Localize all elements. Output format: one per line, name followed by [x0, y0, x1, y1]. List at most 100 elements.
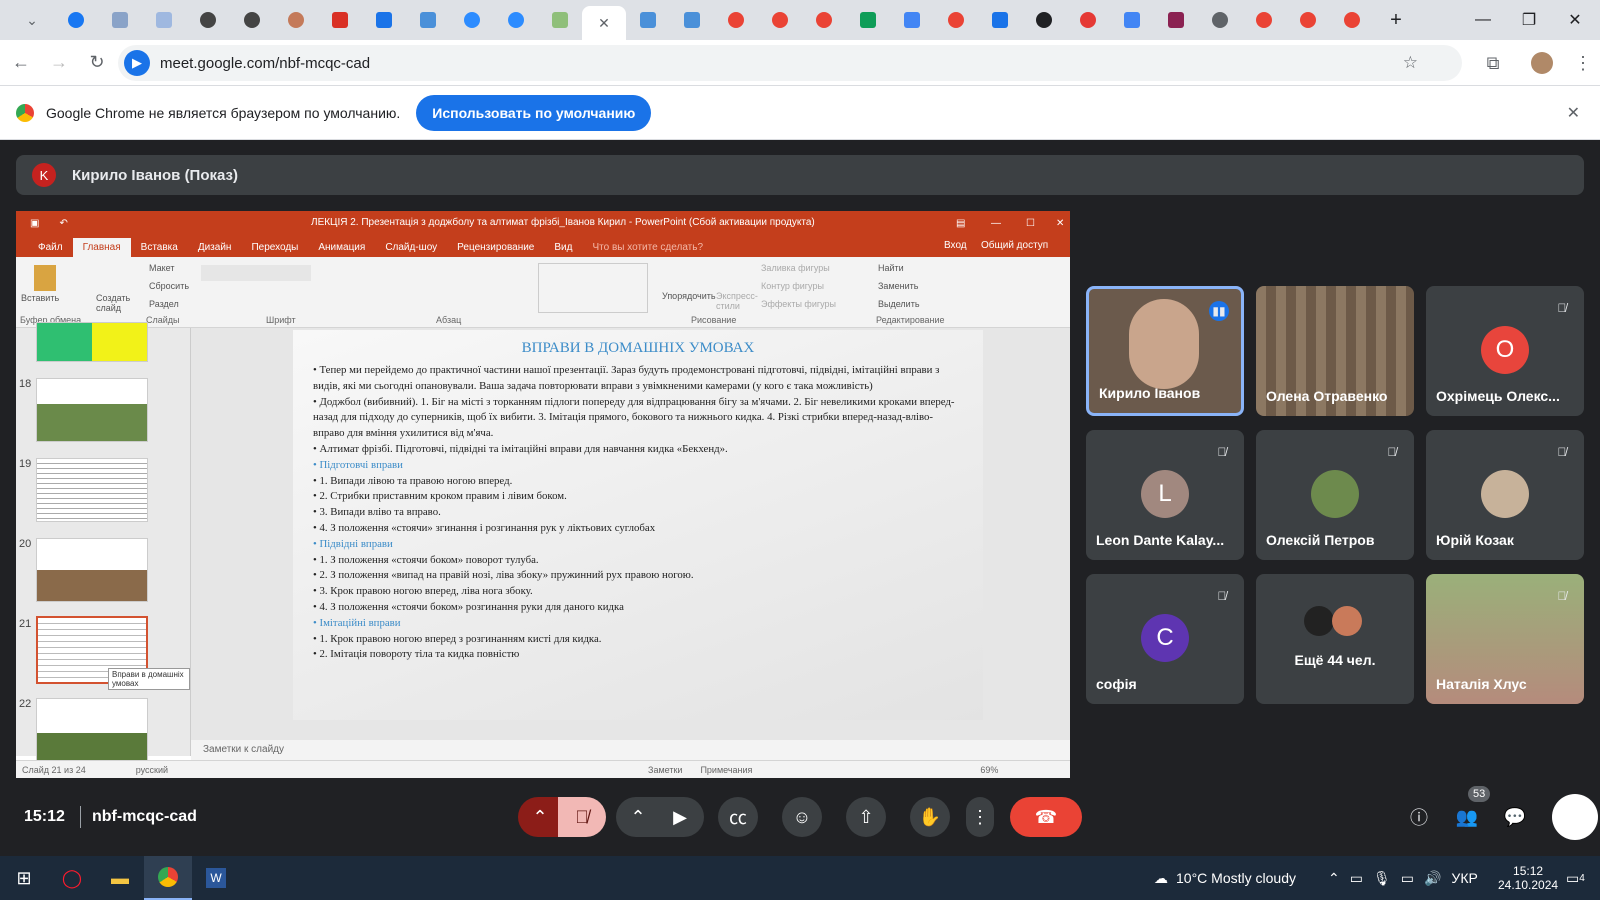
tab-google[interactable]	[1286, 4, 1330, 36]
tab-s[interactable]	[978, 4, 1022, 36]
maximize-button[interactable]: ❐	[1506, 0, 1552, 40]
tray-icons: ⌃ ▭ 🎙 ▭ 🔊 УКР	[1328, 856, 1478, 900]
raise-hand-button[interactable]: ✋	[910, 797, 950, 837]
forward-button[interactable]: →	[42, 46, 76, 80]
presenter-bar: K Кирило Іванов (Показ)	[16, 155, 1584, 195]
chat-icon[interactable]: 💬	[1502, 804, 1528, 830]
window-close-button[interactable]: ✕	[1552, 0, 1598, 40]
chrome-icon[interactable]	[144, 856, 192, 900]
tab-list-button[interactable]: ⌄	[10, 4, 54, 36]
ribbon-display-icon: ▤	[956, 217, 966, 229]
meet-site-icon[interactable]: ▶	[124, 50, 150, 76]
participant-tile[interactable]: C 🎙̸ софія	[1086, 574, 1244, 704]
tab-facebook[interactable]	[54, 4, 98, 36]
battery-icon[interactable]: ▭	[1401, 870, 1414, 887]
tab-s[interactable]	[362, 4, 406, 36]
menu-icon[interactable]: ⋮	[1566, 46, 1600, 80]
ribbon-label: Создать слайд	[96, 293, 131, 313]
tab[interactable]	[626, 4, 670, 36]
tab-google[interactable]	[934, 4, 978, 36]
camera-button[interactable]: ▶	[656, 797, 704, 837]
back-button[interactable]: ←	[4, 46, 38, 80]
clock[interactable]: 15:12 24.10.2024	[1498, 856, 1558, 900]
profile-avatar[interactable]	[1531, 52, 1553, 74]
meeting-code: nbf-mcqc-cad	[92, 808, 197, 825]
close-icon[interactable]: ✕	[1567, 103, 1580, 123]
tab[interactable]	[274, 4, 318, 36]
slide-line: • 4. З положення «стоячи боком» розгинан…	[313, 600, 624, 613]
activities-button[interactable]	[1552, 794, 1598, 840]
participant-tile[interactable]: O 🎙̸ Охрімець Олекс...	[1426, 286, 1584, 416]
participant-tile[interactable]: Олена Отравенко	[1256, 286, 1414, 416]
tab-zoom[interactable]	[450, 4, 494, 36]
tab[interactable]	[538, 4, 582, 36]
mic-off-icon: 🎙̸	[1217, 445, 1227, 459]
tab[interactable]	[230, 4, 274, 36]
minimize-button[interactable]: —	[1460, 0, 1506, 40]
participant-tile[interactable]: 🎙̸ Олексій Петров	[1256, 430, 1414, 560]
file-explorer-icon[interactable]: ▬	[96, 856, 144, 900]
weather-widget[interactable]: ☁ 10°C Mostly cloudy	[1154, 856, 1296, 900]
more-participants-tile[interactable]: Ещё 44 чел.	[1256, 574, 1414, 704]
call-controls-bar: 15:12 nbf-mcqc-cad ⌃ 🎙̸ ⌃ ▶ ㏄ ☺ ⇧ ✋ ⋮ ☎ …	[0, 786, 1600, 846]
chevron-up-icon[interactable]: ⌃	[1328, 870, 1340, 887]
info-icon[interactable]: ⓘ	[1406, 804, 1432, 830]
tab-doc[interactable]	[1110, 4, 1154, 36]
start-icon[interactable]: ⊞	[0, 856, 48, 900]
mic-off-button[interactable]: 🎙̸	[558, 797, 606, 837]
mic-off-icon: 🎙̸	[1217, 589, 1227, 603]
ppt-tab: Анимация	[318, 242, 366, 253]
camera-options-button[interactable]: ⌃	[616, 797, 660, 837]
windows-taskbar: ⊞ ◯ ▬ W ☁ 10°C Mostly cloudy ⌃ ▭ 🎙 ▭ 🔊 У…	[0, 856, 1600, 900]
tab[interactable]	[846, 4, 890, 36]
tab[interactable]	[1154, 4, 1198, 36]
volume-icon[interactable]: 🔊	[1424, 870, 1441, 887]
tab[interactable]	[142, 4, 186, 36]
tab-google[interactable]	[1242, 4, 1286, 36]
language-indicator[interactable]: УКР	[1451, 870, 1477, 886]
close-icon[interactable]: ✕	[598, 15, 610, 32]
participant-tile[interactable]: 🎙̸ Юрій Козак	[1426, 430, 1584, 560]
participant-tile[interactable]: ▮▮ Кирило Іванов	[1086, 286, 1244, 416]
tab[interactable]	[186, 4, 230, 36]
tab[interactable]	[670, 4, 714, 36]
notification-icon[interactable]: ▭ 4	[1566, 856, 1585, 900]
tab-active-meet[interactable]: ✕	[582, 6, 626, 40]
tab-shield[interactable]	[318, 4, 362, 36]
leave-call-button[interactable]: ☎	[1010, 797, 1082, 837]
more-options-button[interactable]: ⋮	[966, 797, 994, 837]
participant-name: софія	[1096, 676, 1137, 692]
tab[interactable]	[1066, 4, 1110, 36]
slide-line: • Імітаційні вправи	[313, 616, 401, 629]
opera-icon[interactable]: ◯	[48, 856, 96, 900]
extensions-icon[interactable]: ⧉	[1476, 46, 1510, 80]
tab[interactable]	[406, 4, 450, 36]
meet-tray-icon[interactable]: ▭	[1350, 870, 1363, 887]
tab-google[interactable]	[1330, 4, 1374, 36]
tab-google[interactable]	[714, 4, 758, 36]
tab-google[interactable]	[802, 4, 846, 36]
people-icon[interactable]: 👥	[1454, 804, 1480, 830]
captions-button[interactable]: ㏄	[718, 797, 758, 837]
tab[interactable]	[1198, 4, 1242, 36]
participant-tile[interactable]: L 🎙̸ Leon Dante Kalay...	[1086, 430, 1244, 560]
set-default-button[interactable]: Использовать по умолчанию	[416, 94, 652, 131]
emoji-button[interactable]: ☺	[782, 797, 822, 837]
mic-options-button[interactable]: ⌃	[518, 797, 562, 837]
ribbon-label: Заливка фигуры	[761, 263, 830, 273]
tab-24[interactable]	[1022, 4, 1066, 36]
tab-google[interactable]	[758, 4, 802, 36]
tab-zoom[interactable]	[494, 4, 538, 36]
bookmark-star-icon[interactable]: ☆	[1403, 53, 1418, 73]
tab-translate[interactable]	[890, 4, 934, 36]
tab[interactable]	[98, 4, 142, 36]
microphone-icon[interactable]: 🎙	[1373, 870, 1391, 887]
present-button[interactable]: ⇧	[846, 797, 886, 837]
ribbon-group-label: Слайды	[146, 315, 180, 325]
new-tab-button[interactable]: +	[1374, 4, 1418, 36]
address-bar[interactable]: ▶ meet.google.com/nbf-mcqc-cad ☆	[118, 45, 1462, 81]
word-icon[interactable]: W	[192, 856, 240, 900]
mic-off-icon: 🎙̸	[1557, 301, 1567, 315]
participant-tile[interactable]: 🎙̸ Наталія Хлус	[1426, 574, 1584, 704]
reload-button[interactable]: ↻	[80, 46, 114, 80]
